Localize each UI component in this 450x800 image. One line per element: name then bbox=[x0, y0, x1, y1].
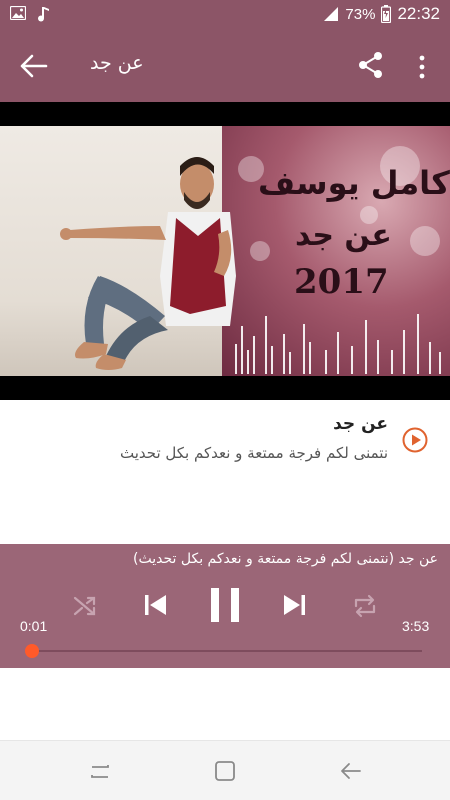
sound-wave-graphic bbox=[235, 314, 441, 374]
pause-icon[interactable] bbox=[208, 586, 242, 624]
system-nav-bar bbox=[0, 740, 450, 800]
app-bar: عن جد bbox=[0, 30, 450, 102]
signal-icon bbox=[324, 7, 339, 21]
battery-icon bbox=[381, 5, 392, 23]
share-icon[interactable] bbox=[356, 50, 386, 80]
clock: 22:32 bbox=[397, 4, 440, 23]
video-thumbnail[interactable]: كامل يوسف عن جد 2017 bbox=[0, 126, 450, 376]
progress-track[interactable] bbox=[30, 650, 422, 652]
music-player: عن جد (نتمنى لكم فرجة ممتعة و نعدكم بكل … bbox=[0, 544, 450, 668]
track-title: عن جد bbox=[333, 414, 388, 434]
video-player[interactable]: كامل يوسف عن جد 2017 bbox=[0, 102, 450, 400]
skip-next-icon[interactable] bbox=[282, 592, 308, 618]
total-time: 3:53 bbox=[402, 618, 430, 634]
music-icon bbox=[38, 7, 49, 22]
repeat-icon[interactable] bbox=[352, 594, 378, 618]
image-icon bbox=[10, 6, 26, 20]
now-playing-text: عن جد (نتمنى لكم فرجة ممتعة و نعدكم بكل … bbox=[133, 551, 438, 567]
more-vert-icon[interactable] bbox=[412, 52, 432, 82]
back-arrow-icon[interactable] bbox=[18, 52, 50, 80]
shuffle-icon[interactable] bbox=[72, 594, 98, 618]
track-subtitle: نتمنى لكم فرجة ممتعة و نعدكم بكل تحديث bbox=[120, 444, 388, 462]
cover-year: 2017 bbox=[294, 262, 389, 302]
cover-artist-name: كامل يوسف bbox=[258, 164, 450, 202]
bokeh bbox=[410, 226, 440, 256]
battery-percent: 73% bbox=[345, 5, 376, 23]
skip-previous-icon[interactable] bbox=[142, 592, 168, 618]
page-title: عن جد bbox=[90, 52, 144, 74]
status-bar: 73% 22:32 bbox=[0, 0, 450, 30]
recent-apps-icon[interactable] bbox=[88, 759, 112, 783]
back-icon[interactable] bbox=[338, 759, 362, 783]
singer-photo bbox=[60, 157, 236, 370]
cover-song-name: عن جد bbox=[295, 218, 392, 253]
progress-thumb[interactable] bbox=[24, 644, 39, 658]
track-info-panel: عن جد نتمنى لكم فرجة ممتعة و نعدكم بكل ت… bbox=[0, 400, 450, 544]
home-icon[interactable] bbox=[213, 759, 237, 783]
bokeh bbox=[250, 241, 270, 261]
current-time: 0:01 bbox=[20, 618, 48, 634]
play-circle-icon[interactable] bbox=[402, 427, 428, 453]
